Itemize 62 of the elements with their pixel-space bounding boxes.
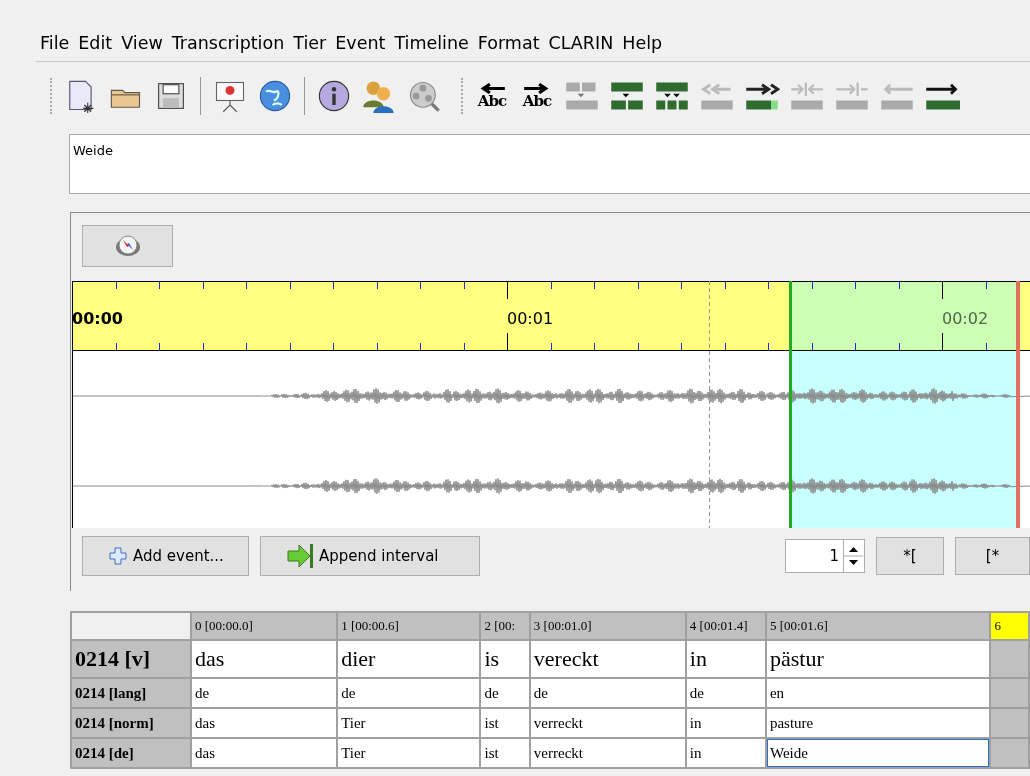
table-cell[interactable]: is	[480, 640, 530, 678]
number-spinner[interactable]: 1	[785, 539, 865, 574]
text-move-button[interactable]: Abc	[474, 83, 510, 109]
ruler-segment	[1020, 281, 1030, 352]
menu-item[interactable]: File	[36, 32, 75, 54]
menu-item[interactable]: Format	[473, 32, 545, 54]
table-cell[interactable]: in	[685, 708, 766, 738]
tier-label[interactable]: 0214 [v]	[71, 640, 191, 678]
compass-icon	[114, 235, 141, 257]
text-move-button[interactable]: Abc	[519, 83, 555, 109]
table-cell[interactable]: verreckt	[529, 708, 686, 738]
table-cell[interactable]: in	[685, 738, 766, 768]
tier-label[interactable]: 0214 [norm]	[71, 708, 191, 738]
arrow-right-icon	[287, 544, 313, 569]
table-cell[interactable]: de	[529, 678, 686, 708]
column-header[interactable]: 3 [00:01.0]	[529, 612, 686, 640]
table-cell[interactable]: das	[191, 738, 338, 768]
globe-icon[interactable]	[257, 78, 293, 114]
table-cell[interactable]: Tier	[337, 738, 481, 768]
column-header[interactable]: 1 [00:00.6]	[337, 612, 481, 640]
timeline-ruler[interactable]	[72, 281, 790, 352]
add-event-button[interactable]: Add event...	[82, 536, 249, 577]
selection-start-line[interactable]	[789, 281, 792, 528]
start-mark-button[interactable]: *[	[876, 537, 944, 576]
menu-item[interactable]: Edit	[74, 32, 118, 54]
table-cell[interactable]: en	[765, 678, 991, 708]
append-interval-button[interactable]: Append interval	[260, 536, 480, 577]
table-cell[interactable]: de	[337, 678, 481, 708]
menu-item[interactable]: Timeline	[390, 32, 474, 54]
table-cell[interactable]: de	[191, 678, 338, 708]
column-header[interactable]: 2 [00:	[480, 612, 530, 640]
column-header[interactable]: 0 [00:00.0]	[191, 612, 338, 640]
menu-item[interactable]: Help	[618, 32, 668, 54]
table-cell[interactable]: das	[191, 640, 338, 678]
table-cell[interactable]: Weide	[765, 738, 991, 768]
table-cell[interactable]: vereckt	[529, 640, 686, 678]
info-icon[interactable]	[316, 78, 352, 114]
text-editor-field[interactable]: Weide	[69, 134, 1030, 194]
menu-item[interactable]: CLARIN	[544, 32, 619, 54]
plus-icon	[109, 547, 127, 566]
navigate-button[interactable]	[82, 225, 173, 267]
menu-item[interactable]: View	[117, 32, 168, 54]
menu-item[interactable]: Tier	[289, 32, 332, 54]
column-header[interactable]: 5 [00:01.6]	[765, 612, 991, 640]
tier-label[interactable]: 0214 [de]	[71, 738, 191, 768]
time-label: 00:02	[942, 309, 989, 329]
column-header[interactable]: 6	[990, 612, 1029, 640]
table-cell[interactable]: pasture	[765, 708, 991, 738]
table-cell[interactable]: pästur	[765, 640, 991, 678]
table-cell[interactable]: das	[191, 708, 338, 738]
time-label: 00:00	[72, 309, 123, 329]
table-cell[interactable]: dier	[337, 640, 481, 678]
end-mark-button[interactable]: [*	[955, 537, 1030, 576]
column-header[interactable]: 4 [00:01.4]	[685, 612, 766, 640]
menu-item[interactable]: Transcription	[167, 32, 290, 54]
table-cell[interactable]: verreckt	[529, 738, 686, 768]
tier-label[interactable]: 0214 [lang]	[71, 678, 191, 708]
time-label: 00:01	[507, 309, 554, 329]
table-cell[interactable]: in	[685, 640, 766, 678]
table-cell[interactable]: de	[685, 678, 766, 708]
table-cell[interactable]: Tier	[337, 708, 481, 738]
menu-item[interactable]: Event	[331, 32, 391, 54]
